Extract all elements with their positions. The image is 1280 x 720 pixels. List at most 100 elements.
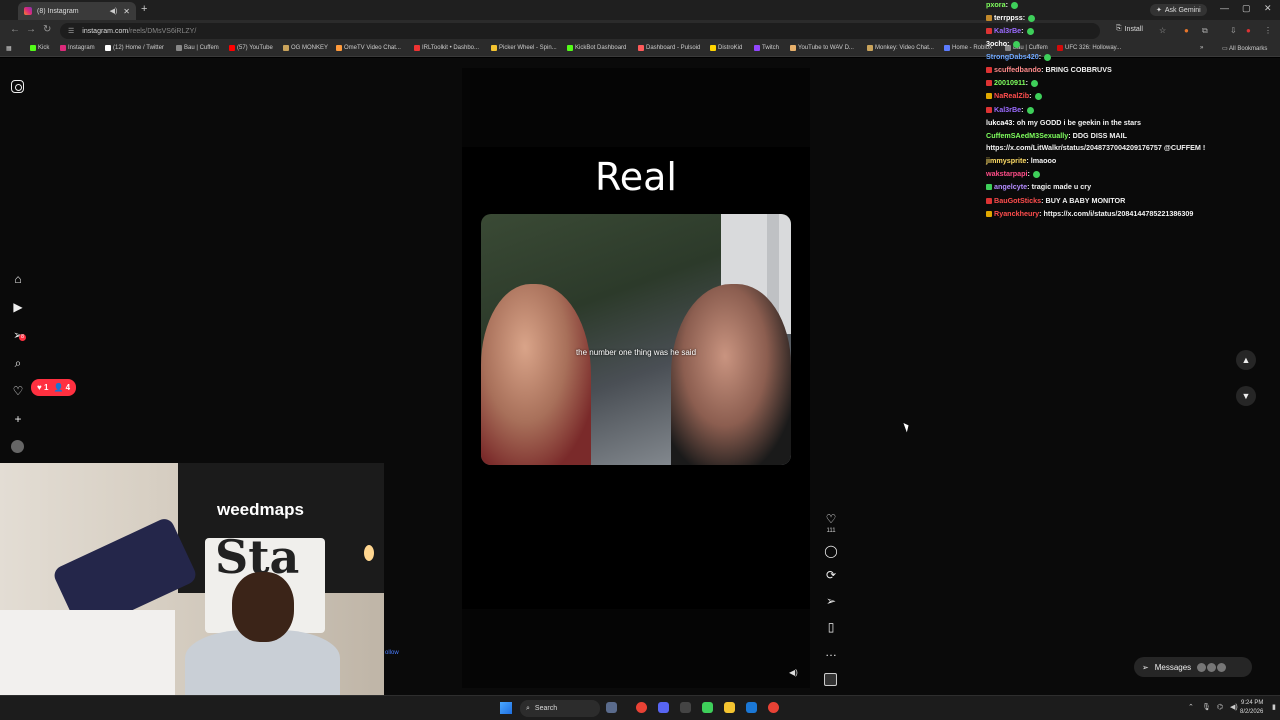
minimize-icon[interactable]: — [1220, 3, 1229, 13]
close-tab-icon[interactable]: ✕ [123, 7, 130, 16]
profile-avatar[interactable] [11, 440, 24, 453]
file-explorer-icon[interactable] [724, 702, 735, 713]
chat-username[interactable]: 3ocho [986, 39, 1007, 48]
bookmarks-overflow-icon[interactable]: » [1200, 45, 1203, 51]
reload-icon[interactable]: ↻ [43, 24, 51, 35]
bookmark-item[interactable]: YouTube to WAV D... [790, 45, 854, 51]
previous-reel-button[interactable]: ▲ [1236, 350, 1256, 370]
bookmark-item[interactable]: Twitch [754, 45, 779, 51]
maximize-icon[interactable]: ▢ [1242, 3, 1251, 14]
chat-username[interactable]: scuffedbando [994, 65, 1041, 74]
bookmark-item[interactable]: Home - Roblox [944, 45, 992, 51]
create-plus-icon[interactable]: + [10, 411, 26, 427]
screen: (8) Instagram ◀) ✕ + ✦ Ask Gemini — ▢ ✕ … [0, 0, 1280, 720]
heart-icon[interactable]: ♡ [10, 383, 26, 399]
next-reel-button[interactable]: ▼ [1236, 386, 1256, 406]
chat-username[interactable]: StrongDabs420 [986, 52, 1039, 61]
repost-button[interactable]: ⟳ [822, 568, 840, 582]
extension-icon[interactable]: ● [1184, 26, 1189, 35]
site-info-icon[interactable]: ☰ [68, 27, 74, 35]
follow-notification: 👤 4 [53, 383, 71, 392]
bookmark-star-icon[interactable]: ☆ [1159, 26, 1166, 35]
profile-avatar-icon[interactable]: ● [1246, 26, 1251, 35]
taskbar-search[interactable]: ⌕ Search [520, 700, 600, 717]
steam-icon[interactable] [746, 702, 757, 713]
bookmark-item[interactable]: DistroKid [710, 45, 742, 51]
new-tab-button[interactable]: + [141, 3, 147, 15]
menu-dots-icon[interactable]: ⋮ [1264, 26, 1272, 35]
reels-icon[interactable]: ▶ [10, 299, 26, 315]
widgets-icon[interactable] [606, 702, 617, 713]
bookmark-item[interactable]: Instagram [60, 45, 95, 51]
messages-button[interactable]: ➢ Messages [1134, 657, 1252, 677]
taskbar-clock[interactable]: 9:24 PM 8/2/2026 [1240, 699, 1263, 717]
home-icon[interactable]: ⌂ [10, 271, 26, 287]
microphone-icon[interactable]: 🎙 [1202, 703, 1211, 711]
instagram-logo-icon[interactable] [11, 80, 24, 93]
chat-username[interactable]: jimmysprite [986, 156, 1026, 165]
browser-tab-strip: (8) Instagram ◀) ✕ + ✦ Ask Gemini — ▢ ✕ [0, 0, 1280, 20]
chat-username[interactable]: lukca43 [986, 118, 1012, 127]
notifications-popup[interactable]: ♥ 1 👤 4 [31, 379, 77, 396]
chrome-icon[interactable] [636, 702, 647, 713]
search-icon[interactable]: ⌕ [10, 355, 26, 371]
audio-thumbnail[interactable] [824, 673, 837, 686]
chat-username[interactable]: BauGotSticks [994, 196, 1041, 205]
chat-text: https://x.com/LitWalkr/status/2048737004… [986, 143, 1206, 152]
windows-start-icon[interactable] [500, 702, 512, 714]
bookmark-item[interactable]: Monkey: Video Chat... [867, 45, 934, 51]
extensions-puzzle-icon[interactable]: ⧉ [1202, 26, 1208, 36]
chat-username[interactable]: Kal3rBe [994, 26, 1021, 35]
volume-icon[interactable]: ◀) [789, 668, 798, 677]
network-icon[interactable]: ⌬ [1217, 703, 1223, 711]
speaker-icon[interactable]: ◀) [110, 7, 118, 15]
follow-link[interactable]: ollow [385, 650, 399, 656]
bookmark-item[interactable]: (57) YouTube [229, 45, 273, 51]
chat-username[interactable]: terrppss [994, 13, 1023, 22]
volume-icon[interactable]: ◀) [1230, 703, 1238, 711]
back-icon[interactable]: ← [10, 24, 20, 35]
close-window-icon[interactable]: ✕ [1264, 3, 1272, 14]
obs-icon[interactable] [680, 702, 691, 713]
app-icon[interactable] [702, 702, 713, 713]
kickbot-icon [567, 45, 573, 51]
bookmark-item[interactable]: OmeTV Video Chat... [336, 45, 401, 51]
apps-grid-icon[interactable]: ▦ [6, 45, 12, 52]
chat-username[interactable]: Kal3rBe [994, 105, 1021, 114]
all-bookmarks[interactable]: ▭ All Bookmarks [1222, 45, 1267, 52]
bookmark-item[interactable]: IRLToolkit • Dashbo... [414, 45, 479, 51]
chat-username[interactable]: CuffemSAedM3Sexually [986, 131, 1068, 140]
install-button[interactable]: ⎘ Install [1116, 25, 1143, 33]
bookmark-item[interactable]: Bau | Cuffem [176, 45, 219, 51]
chat-username[interactable]: wakstarpapi [986, 169, 1028, 178]
bookmark-item[interactable]: Picker Wheel - Spin... [491, 45, 557, 51]
chat-username[interactable]: pxora [986, 0, 1006, 9]
bookmark-item[interactable]: UFC 326: Holloway... [1057, 45, 1121, 51]
chat-username[interactable]: angelcyte [994, 182, 1027, 191]
forward-icon[interactable]: → [26, 24, 36, 35]
comment-button[interactable]: ◯ [822, 544, 840, 558]
discord-icon[interactable] [658, 702, 669, 713]
like-button[interactable]: ♡ [822, 512, 840, 526]
bookmark-item[interactable]: KickBot Dashboard [567, 45, 626, 51]
chrome-active-icon[interactable] [768, 702, 779, 713]
tab-instagram[interactable]: (8) Instagram ◀) ✕ [18, 2, 136, 20]
bookmark-item[interactable]: OG MONKEY [283, 45, 328, 51]
webcam-bed [0, 610, 175, 695]
tray-chevron-icon[interactable]: ⌃ [1188, 703, 1194, 711]
chat-text: https://x.com/i/status/20841447852213863… [1043, 209, 1194, 218]
chat-username[interactable]: 20010911 [994, 78, 1026, 87]
bookmark-item[interactable]: (12) Home / Twitter [105, 45, 164, 51]
heart-icon: ♥ [37, 383, 44, 392]
share-button[interactable]: ➢ [822, 594, 840, 608]
downloads-icon[interactable]: ⇩ [1230, 26, 1237, 35]
bookmark-item[interactable]: Kick [30, 45, 49, 51]
chat-username[interactable]: NaRealZib [994, 91, 1029, 100]
more-options-button[interactable]: … [822, 645, 840, 659]
notifications-icon[interactable]: ▮ [1272, 703, 1276, 711]
bookmark-item[interactable]: Dashboard - Pulsoid [638, 45, 700, 51]
url-bar[interactable]: ☰ instagram.com /reels/DMsVS6iRLZY/ [60, 23, 1100, 39]
save-button[interactable]: ▯ [822, 620, 840, 634]
chat-username[interactable]: Ryanckheury [994, 209, 1039, 218]
ask-gemini-button[interactable]: ✦ Ask Gemini [1150, 4, 1207, 16]
